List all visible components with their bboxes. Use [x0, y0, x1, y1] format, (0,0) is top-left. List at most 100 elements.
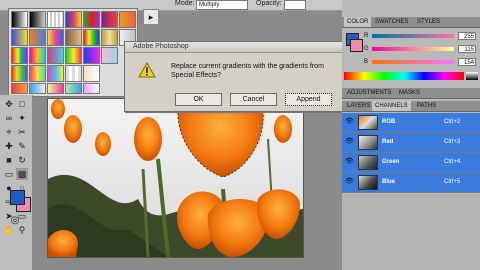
opacity-field[interactable]: [284, 0, 306, 10]
foreground-color-chip[interactable]: [10, 190, 25, 205]
channel-row-green[interactable]: 👁 Green Ctrl+4: [342, 153, 480, 173]
channel-shortcut: Ctrl+5: [444, 179, 461, 185]
gradient-swatch[interactable]: [65, 11, 82, 28]
mode-dropdown[interactable]: Multiply: [196, 0, 248, 10]
blue-value[interactable]: 154: [458, 58, 476, 66]
blue-slider[interactable]: [372, 60, 454, 64]
slice-icon[interactable]: ✂: [16, 126, 28, 138]
dialog-title: Adobe Photoshop: [133, 43, 189, 50]
healing-brush-icon[interactable]: ✚: [3, 140, 15, 152]
mode-label: Mode:: [175, 0, 195, 7]
visibility-eye-icon[interactable]: 👁: [345, 158, 354, 166]
gradient-swatch[interactable]: [83, 83, 100, 94]
channel-thumbnail: [358, 135, 378, 150]
gradient-swatch[interactable]: [83, 29, 100, 46]
gradient-swatch[interactable]: [47, 83, 64, 94]
gradient-swatch[interactable]: [101, 11, 118, 28]
gradient-swatch[interactable]: [11, 11, 28, 28]
document-canvas[interactable]: [47, 98, 304, 258]
gradient-swatch[interactable]: [29, 47, 46, 64]
eraser-icon[interactable]: ▭: [3, 168, 15, 180]
gradient-swatch[interactable]: [47, 11, 64, 28]
gradient-swatch[interactable]: [11, 65, 28, 82]
gradient-swatch[interactable]: [29, 11, 46, 28]
quick-mask-icon[interactable]: ◎: [9, 215, 21, 227]
red-slider[interactable]: [372, 34, 454, 38]
gradient-swatch[interactable]: [47, 29, 64, 46]
dialog-titlebar[interactable]: Adobe Photoshop: [125, 42, 350, 53]
panel-background-swatch[interactable]: [350, 39, 363, 52]
green-label: G: [364, 46, 369, 52]
red-slider-row: R 255: [364, 32, 478, 41]
magic-wand-icon[interactable]: ✦: [16, 112, 28, 124]
marquee-icon[interactable]: □: [16, 98, 28, 110]
channel-name: Green: [382, 159, 400, 165]
warning-icon: [138, 62, 156, 78]
lasso-icon[interactable]: ∞: [3, 112, 15, 124]
gradient-swatch[interactable]: [83, 11, 100, 28]
stamp-icon[interactable]: ■: [3, 154, 15, 166]
channel-shortcut: Ctrl+4: [444, 159, 461, 165]
gradient-swatch[interactable]: [47, 47, 64, 64]
gradient-swatch[interactable]: [83, 47, 100, 64]
tab-masks[interactable]: MASKS: [396, 88, 423, 98]
channel-thumbnail: [358, 155, 378, 170]
adjustments-tabs: ADJUSTMENTS MASKS: [342, 88, 480, 99]
gradient-swatch[interactable]: [11, 83, 28, 94]
append-button[interactable]: Append: [285, 93, 332, 106]
channel-name: Red: [382, 139, 394, 145]
green-value[interactable]: 115: [458, 45, 476, 53]
bw-ramp[interactable]: [466, 72, 478, 80]
gradient-swatch[interactable]: [65, 83, 82, 94]
dialog-message: Replace current gradients with the gradi…: [171, 63, 324, 79]
gradient-swatch[interactable]: [11, 47, 28, 64]
picker-menu-arrow-icon[interactable]: ▸: [143, 9, 159, 25]
tab-layers[interactable]: LAYERS: [344, 101, 373, 111]
tab-color[interactable]: COLOR: [344, 17, 372, 27]
channel-row-rgb[interactable]: 👁 RGB Ctrl+2: [342, 113, 480, 133]
gradient-swatch[interactable]: [101, 47, 118, 64]
blue-label: B: [364, 59, 369, 65]
blue-slider-row: B 154: [364, 58, 478, 67]
color-spectrum-bar[interactable]: [344, 72, 464, 80]
channel-row-blue[interactable]: 👁 Blue Ctrl+5: [342, 173, 480, 193]
red-value[interactable]: 255: [458, 32, 476, 40]
crop-icon[interactable]: ⌖: [3, 126, 15, 138]
gradient-swatch[interactable]: [11, 29, 28, 46]
layers-tabs: LAYERS CHANNELS PATHS: [342, 101, 480, 112]
tab-channels[interactable]: CHANNELS: [372, 101, 411, 111]
opacity-label: Opacity:: [256, 0, 282, 7]
gradient-swatch[interactable]: [101, 29, 118, 46]
channel-thumbnail: [358, 175, 378, 190]
move-icon[interactable]: ✥: [3, 98, 15, 110]
green-slider[interactable]: [372, 47, 454, 51]
gradient-swatch[interactable]: [29, 65, 46, 82]
tab-adjustments[interactable]: ADJUSTMENTS: [344, 88, 394, 98]
gradient-swatch[interactable]: [65, 29, 82, 46]
brush-icon[interactable]: ✎: [16, 140, 28, 152]
visibility-eye-icon[interactable]: 👁: [345, 118, 354, 126]
tab-swatches[interactable]: SWATCHES: [372, 17, 411, 27]
tulip-photo: [48, 99, 303, 257]
gradient-icon[interactable]: ▩: [16, 168, 28, 180]
channel-name: RGB: [382, 119, 396, 125]
visibility-eye-icon[interactable]: 👁: [345, 178, 354, 186]
history-brush-icon[interactable]: ↻: [16, 154, 28, 166]
gradient-swatch[interactable]: [83, 65, 100, 82]
gradient-swatch[interactable]: [65, 65, 82, 82]
tab-paths[interactable]: PATHS: [414, 101, 439, 111]
channel-shortcut: Ctrl+3: [444, 139, 461, 145]
green-slider-row: G 115: [364, 45, 478, 54]
gradient-swatch[interactable]: [29, 83, 46, 94]
gradient-swatch[interactable]: [65, 47, 82, 64]
ok-button[interactable]: OK: [175, 93, 222, 106]
red-label: R: [364, 33, 369, 39]
tab-styles[interactable]: STYLES: [414, 17, 443, 27]
gradient-swatch[interactable]: [47, 65, 64, 82]
channel-row-red[interactable]: 👁 Red Ctrl+3: [342, 133, 480, 153]
visibility-eye-icon[interactable]: 👁: [345, 138, 354, 146]
cancel-button[interactable]: Cancel: [230, 93, 277, 106]
gradient-swatch[interactable]: [29, 29, 46, 46]
toolbox: ✥ □ ∞ ✦ ⌖ ✂ ✚ ✎ ■ ↻ ▭ ▩ ● ○ ✑ T ➤ ▭ ✋ ⚲ …: [0, 95, 33, 270]
gradient-swatch[interactable]: [119, 11, 136, 28]
